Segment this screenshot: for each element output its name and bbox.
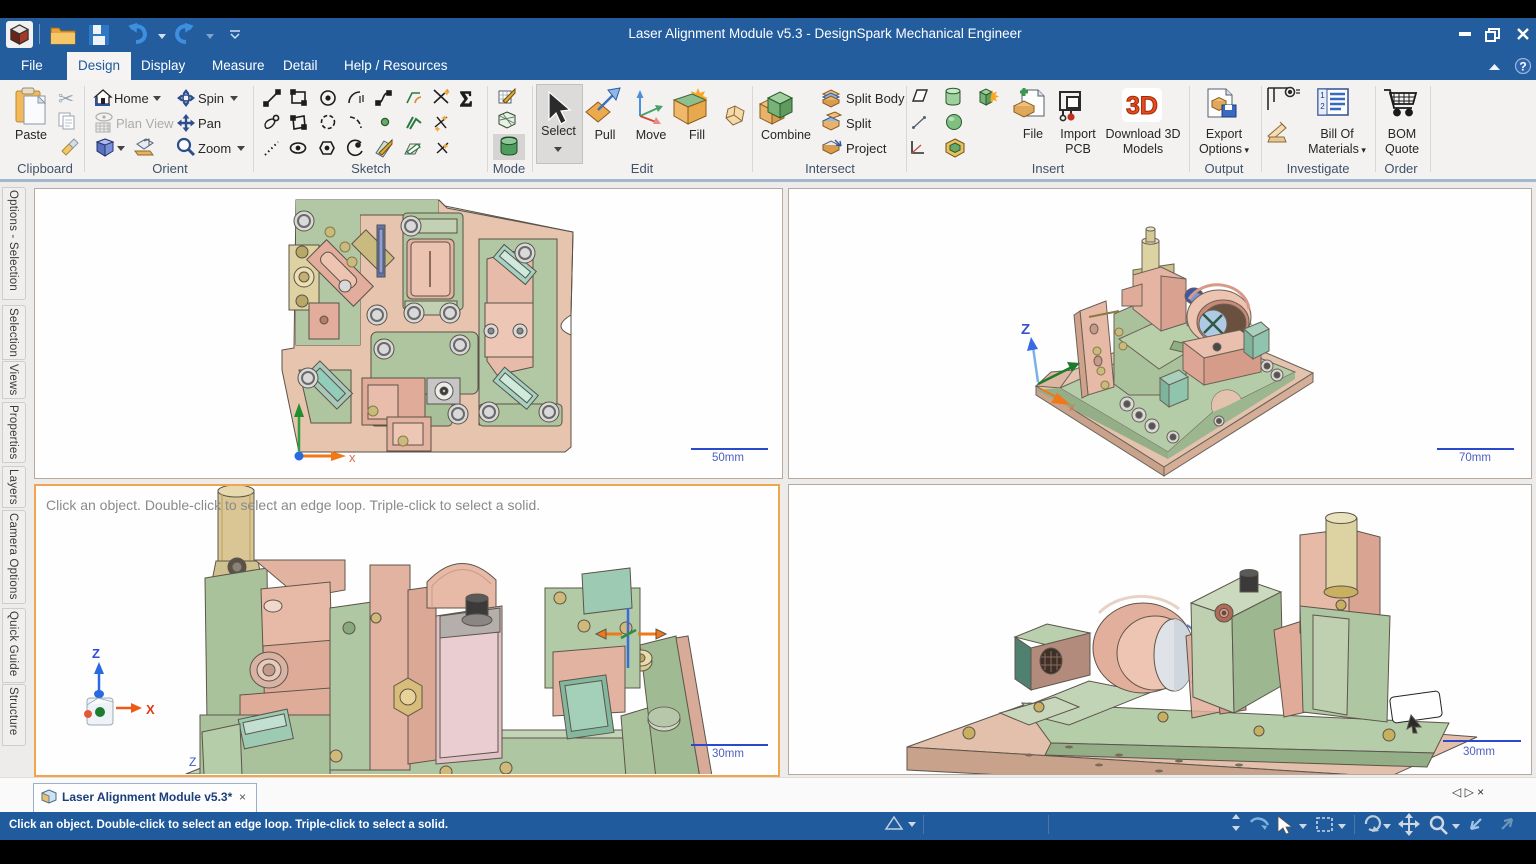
svg-text:1: 1 [1320, 91, 1325, 100]
svg-text:x: x [1069, 400, 1075, 414]
svg-text:x: x [349, 450, 356, 465]
svg-text:2: 2 [1320, 102, 1325, 111]
svg-text:Z: Z [189, 755, 196, 769]
svg-text:?: ? [1519, 60, 1526, 74]
svg-text:3D: 3D [1126, 92, 1158, 120]
svg-text:Z: Z [92, 646, 100, 661]
svg-text:✂: ✂ [58, 89, 74, 110]
svg-text:Z: Z [1021, 321, 1030, 338]
svg-text:X: X [146, 702, 155, 717]
svg-text:Σ: Σ [460, 87, 472, 111]
